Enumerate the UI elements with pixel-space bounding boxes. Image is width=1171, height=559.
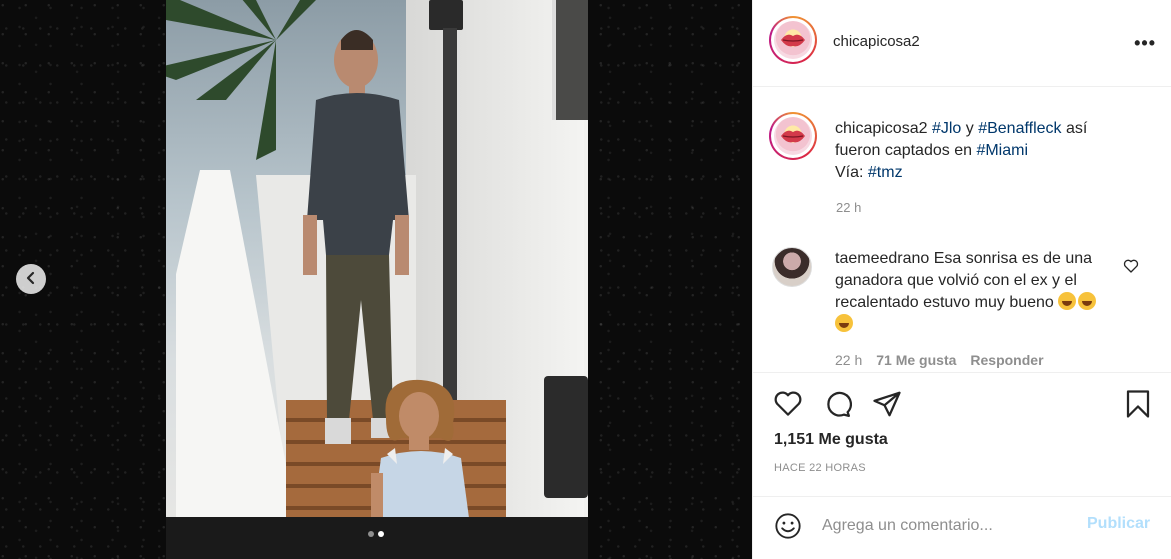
avatar[interactable] (769, 16, 817, 64)
chevron-left-icon (24, 271, 38, 288)
carousel-dot (368, 531, 374, 537)
hashtag-link[interactable]: #Miami (976, 142, 1028, 159)
share-icon[interactable] (872, 389, 902, 419)
header-username[interactable]: chicapicosa2 (833, 33, 920, 50)
comment-like-heart-icon[interactable] (1123, 258, 1139, 274)
carousel-prev-button[interactable] (16, 264, 46, 294)
caption-timestamp[interactable]: 22 h (836, 200, 861, 215)
hashtag-link[interactable]: #tmz (868, 164, 903, 181)
post-media (0, 0, 752, 559)
post-caption: chicapicosa2 #Jlo y #Benaffleck así fuer… (835, 120, 1088, 181)
carousel-indicator (0, 531, 752, 541)
comment-likes[interactable]: 71 Me gusta (876, 352, 956, 368)
commenter-avatar[interactable] (772, 247, 812, 287)
emoji-icon[interactable] (774, 512, 802, 540)
likes-count[interactable]: 1,151 Me gusta (774, 431, 888, 449)
post-age[interactable]: HACE 22 HORAS (774, 462, 866, 474)
reply-button[interactable]: Responder (970, 352, 1043, 368)
caption-avatar[interactable] (769, 112, 817, 160)
bookmark-icon[interactable] (1123, 389, 1153, 419)
comment-timestamp[interactable]: 22 h (835, 352, 862, 368)
post-photo (166, 0, 588, 517)
laughing-emoji-icon (1078, 292, 1097, 310)
lips-logo-icon (781, 34, 805, 47)
hashtag-link[interactable]: #Benaffleck (978, 120, 1061, 137)
comment-text: taemeedrano Esa sonrisa es de una ganado… (835, 248, 1105, 336)
woman-figure (371, 379, 469, 517)
more-options-button[interactable]: ••• (1134, 33, 1156, 54)
publish-button[interactable]: Publicar (1087, 515, 1150, 533)
caption-username[interactable]: chicapicosa2 (835, 120, 928, 137)
comment-input[interactable] (822, 513, 1072, 539)
laughing-emoji-icon (835, 314, 853, 332)
comment-username[interactable]: taemeedrano (835, 250, 929, 267)
comment-icon[interactable] (822, 389, 852, 419)
post-header: chicapicosa2 ••• (753, 0, 1171, 87)
tongue-emoji-icon (1058, 292, 1077, 310)
heart-icon[interactable] (773, 389, 803, 419)
lips-logo-icon (781, 130, 805, 143)
comment-meta: 22 h 71 Me gusta Responder (835, 352, 1044, 368)
hashtag-link[interactable]: #Jlo (932, 120, 961, 137)
carousel-dot-active (378, 531, 384, 537)
